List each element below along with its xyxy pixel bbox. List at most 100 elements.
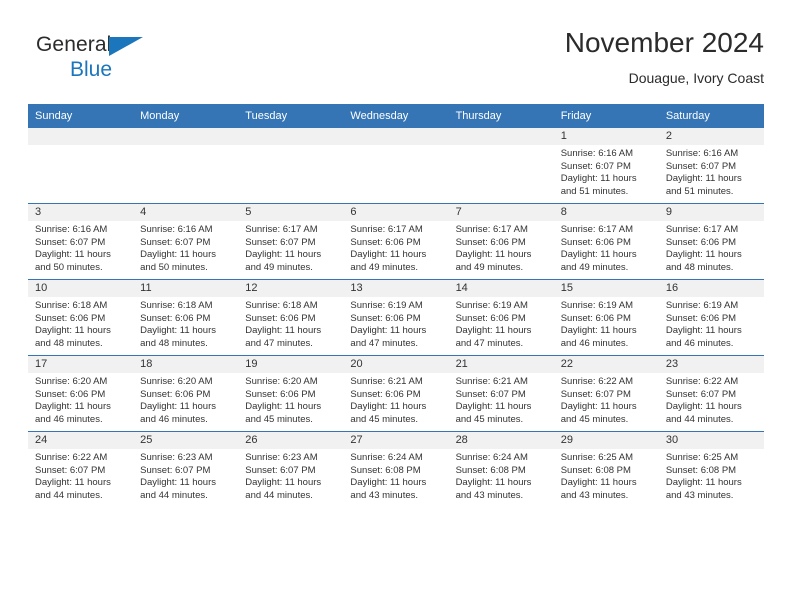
- calendar-day-cell[interactable]: 5 Sunrise: 6:17 AM Sunset: 6:07 PM Daylight…: [238, 203, 344, 280]
- daylight-text-line1: Daylight: 11 hours: [560, 401, 637, 413]
- day-details: Sunrise: 6:20 AM Sunset: 6:06 PM Daylight:…: [28, 373, 133, 426]
- daylight-text-line1: Daylight: 11 hours: [560, 173, 637, 185]
- calendar-day-cell[interactable]: 14 Sunrise: 6:19 AM Sunset: 6:06 PM Dayligh…: [448, 279, 554, 356]
- day-cell-inner: 23 Sunrise: 6:22 AM Sunset: 6:07 PM Dayligh…: [658, 356, 764, 431]
- calendar-day-cell[interactable]: 7 Sunrise: 6:17 AM Sunset: 6:06 PM Daylight…: [448, 203, 554, 280]
- calendar-day-cell[interactable]: 22 Sunrise: 6:22 AM Sunset: 6:07 PM Dayligh…: [553, 355, 659, 432]
- daylight-text-line2: and 51 minutes.: [665, 185, 734, 197]
- day-number: 20: [343, 356, 449, 373]
- calendar-day-cell[interactable]: 16 Sunrise: 6:19 AM Sunset: 6:06 PM Dayligh…: [658, 279, 764, 356]
- sunrise-text: Sunrise: 6:23 AM: [140, 452, 213, 463]
- sunrise-text: Sunrise: 6:24 AM: [455, 452, 528, 463]
- calendar-day-cell[interactable]: 28 Sunrise: 6:24 AM Sunset: 6:08 PM Dayligh…: [448, 431, 554, 507]
- calendar-day-cell[interactable]: 18 Sunrise: 6:20 AM Sunset: 6:06 PM Dayligh…: [133, 355, 239, 432]
- daylight-text-line2: and 43 minutes.: [665, 489, 734, 501]
- calendar-day-cell[interactable]: 26 Sunrise: 6:23 AM Sunset: 6:07 PM Dayligh…: [238, 431, 344, 507]
- day-details: Sunrise: 6:16 AM Sunset: 6:07 PM Daylight:…: [659, 145, 764, 198]
- day-cell-inner: [448, 128, 554, 203]
- day-number: 5: [238, 204, 344, 221]
- daylight-text-line2: and 44 minutes.: [35, 489, 103, 501]
- sunrise-text: Sunrise: 6:16 AM: [140, 224, 213, 235]
- day-cell-inner: 17 Sunrise: 6:20 AM Sunset: 6:06 PM Dayligh…: [28, 356, 134, 431]
- daylight-text-line2: and 43 minutes.: [350, 489, 419, 501]
- day-details: Sunrise: 6:25 AM Sunset: 6:08 PM Daylight:…: [659, 449, 764, 502]
- day-number: [133, 128, 239, 145]
- calendar-day-cell[interactable]: 4 Sunrise: 6:16 AM Sunset: 6:07 PM Daylight…: [133, 203, 239, 280]
- sunset-text: Sunset: 6:08 PM: [665, 464, 737, 476]
- calendar-day-cell[interactable]: 25 Sunrise: 6:23 AM Sunset: 6:07 PM Dayligh…: [133, 431, 239, 507]
- calendar-day-cell[interactable]: 9 Sunrise: 6:17 AM Sunset: 6:06 PM Daylight…: [658, 203, 764, 280]
- sunrise-text: Sunrise: 6:16 AM: [665, 148, 739, 159]
- day-number: [448, 128, 554, 145]
- calendar-day-cell[interactable]: 1 Sunrise: 6:16 AM Sunset: 6:07 PM Daylight…: [553, 128, 659, 204]
- daylight-text-line1: Daylight: 11 hours: [245, 477, 322, 489]
- calendar-day-cell[interactable]: 24 Sunrise: 6:22 AM Sunset: 6:07 PM Dayligh…: [28, 431, 134, 507]
- day-number: 28: [448, 432, 554, 449]
- weekday-header-row: Sunday Monday Tuesday Wednesday Thursday…: [28, 104, 764, 128]
- day-cell-inner: 6 Sunrise: 6:17 AM Sunset: 6:06 PM Daylight…: [343, 204, 449, 279]
- day-number: 4: [133, 204, 239, 221]
- day-cell-inner: [343, 128, 449, 203]
- day-cell-inner: 2 Sunrise: 6:16 AM Sunset: 6:07 PM Daylight…: [658, 128, 764, 203]
- sunset-text: Sunset: 6:07 PM: [140, 464, 211, 476]
- day-number: 2: [658, 128, 764, 145]
- day-details: Sunrise: 6:16 AM Sunset: 6:07 PM Daylight:…: [133, 221, 238, 274]
- sunset-text: Sunset: 6:06 PM: [455, 236, 526, 248]
- title-block: November 2024 Douague, Ivory Coast: [565, 26, 764, 88]
- daylight-text-line2: and 47 minutes.: [455, 337, 524, 349]
- daylight-text-line1: Daylight: 11 hours: [245, 325, 322, 337]
- calendar-day-cell[interactable]: 2 Sunrise: 6:16 AM Sunset: 6:07 PM Daylight…: [658, 128, 764, 204]
- calendar-day-cell[interactable]: 13 Sunrise: 6:19 AM Sunset: 6:06 PM Dayligh…: [343, 279, 449, 356]
- calendar-day-cell[interactable]: 17 Sunrise: 6:20 AM Sunset: 6:06 PM Dayligh…: [28, 355, 134, 432]
- calendar-day-cell[interactable]: 27 Sunrise: 6:24 AM Sunset: 6:08 PM Dayligh…: [343, 431, 449, 507]
- day-details: Sunrise: 6:23 AM Sunset: 6:07 PM Daylight:…: [238, 449, 343, 502]
- weekday-header-wednesday: Wednesday: [343, 104, 449, 128]
- sunset-text: Sunset: 6:06 PM: [665, 236, 737, 248]
- day-number: 27: [343, 432, 449, 449]
- sunrise-text: Sunrise: 6:18 AM: [245, 300, 318, 311]
- daylight-text-line2: and 49 minutes.: [350, 261, 419, 273]
- day-details: Sunrise: 6:24 AM Sunset: 6:08 PM Daylight:…: [449, 449, 554, 502]
- calendar-day-cell[interactable]: 12 Sunrise: 6:18 AM Sunset: 6:06 PM Dayligh…: [238, 279, 344, 356]
- weekday-header-friday: Friday: [553, 104, 659, 128]
- sunrise-text: Sunrise: 6:22 AM: [35, 452, 108, 463]
- day-number: 3: [28, 204, 134, 221]
- day-details: Sunrise: 6:19 AM Sunset: 6:06 PM Daylight:…: [554, 297, 659, 350]
- daylight-text-line1: Daylight: 11 hours: [665, 173, 742, 185]
- calendar-day-cell[interactable]: 29 Sunrise: 6:25 AM Sunset: 6:08 PM Dayligh…: [553, 431, 659, 507]
- daylight-text-line2: and 44 minutes.: [665, 413, 734, 425]
- day-cell-inner: 20 Sunrise: 6:21 AM Sunset: 6:06 PM Dayligh…: [343, 356, 449, 431]
- general-blue-logo[interactable]: General Blue: [36, 32, 216, 88]
- day-cell-inner: 3 Sunrise: 6:16 AM Sunset: 6:07 PM Daylight…: [28, 204, 134, 279]
- daylight-text-line2: and 45 minutes.: [245, 413, 313, 425]
- calendar-day-cell[interactable]: 3 Sunrise: 6:16 AM Sunset: 6:07 PM Daylight…: [28, 203, 134, 280]
- calendar-day-cell[interactable]: 20 Sunrise: 6:21 AM Sunset: 6:06 PM Dayligh…: [343, 355, 449, 432]
- day-number: 14: [448, 280, 554, 297]
- sunrise-text: Sunrise: 6:22 AM: [560, 376, 634, 387]
- calendar-body: 1 Sunrise: 6:16 AM Sunset: 6:07 PM Daylight…: [28, 128, 764, 507]
- day-cell-inner: 1 Sunrise: 6:16 AM Sunset: 6:07 PM Daylight…: [553, 128, 659, 203]
- sunset-text: Sunset: 6:06 PM: [140, 388, 211, 400]
- page-header: General Blue November 2024 Douague, Ivor…: [28, 26, 764, 98]
- calendar-day-cell[interactable]: 6 Sunrise: 6:17 AM Sunset: 6:06 PM Daylight…: [343, 203, 449, 280]
- day-number: 22: [553, 356, 659, 373]
- calendar-day-cell[interactable]: 8 Sunrise: 6:17 AM Sunset: 6:06 PM Daylight…: [553, 203, 659, 280]
- daylight-text-line2: and 46 minutes.: [665, 337, 734, 349]
- day-details: Sunrise: 6:17 AM Sunset: 6:07 PM Daylight:…: [238, 221, 343, 274]
- day-number: 17: [28, 356, 134, 373]
- sunrise-text: Sunrise: 6:22 AM: [665, 376, 739, 387]
- calendar-day-cell[interactable]: 21 Sunrise: 6:21 AM Sunset: 6:07 PM Dayligh…: [448, 355, 554, 432]
- day-number: 9: [658, 204, 764, 221]
- calendar-day-cell[interactable]: 23 Sunrise: 6:22 AM Sunset: 6:07 PM Dayligh…: [658, 355, 764, 432]
- daylight-text-line2: and 48 minutes.: [35, 337, 103, 349]
- calendar-day-cell[interactable]: 10 Sunrise: 6:18 AM Sunset: 6:06 PM Dayligh…: [28, 279, 134, 356]
- day-cell-inner: 21 Sunrise: 6:21 AM Sunset: 6:07 PM Dayligh…: [448, 356, 554, 431]
- sunrise-text: Sunrise: 6:17 AM: [245, 224, 318, 235]
- calendar-day-cell[interactable]: 30 Sunrise: 6:25 AM Sunset: 6:08 PM Dayligh…: [658, 431, 764, 507]
- daylight-text-line1: Daylight: 11 hours: [560, 249, 637, 261]
- calendar-day-cell[interactable]: 15 Sunrise: 6:19 AM Sunset: 6:06 PM Dayligh…: [553, 279, 659, 356]
- calendar-day-cell[interactable]: 11 Sunrise: 6:18 AM Sunset: 6:06 PM Dayligh…: [133, 279, 239, 356]
- calendar-day-cell-empty: [133, 128, 239, 204]
- calendar-day-cell[interactable]: 19 Sunrise: 6:20 AM Sunset: 6:06 PM Dayligh…: [238, 355, 344, 432]
- daylight-text-line2: and 50 minutes.: [140, 261, 208, 273]
